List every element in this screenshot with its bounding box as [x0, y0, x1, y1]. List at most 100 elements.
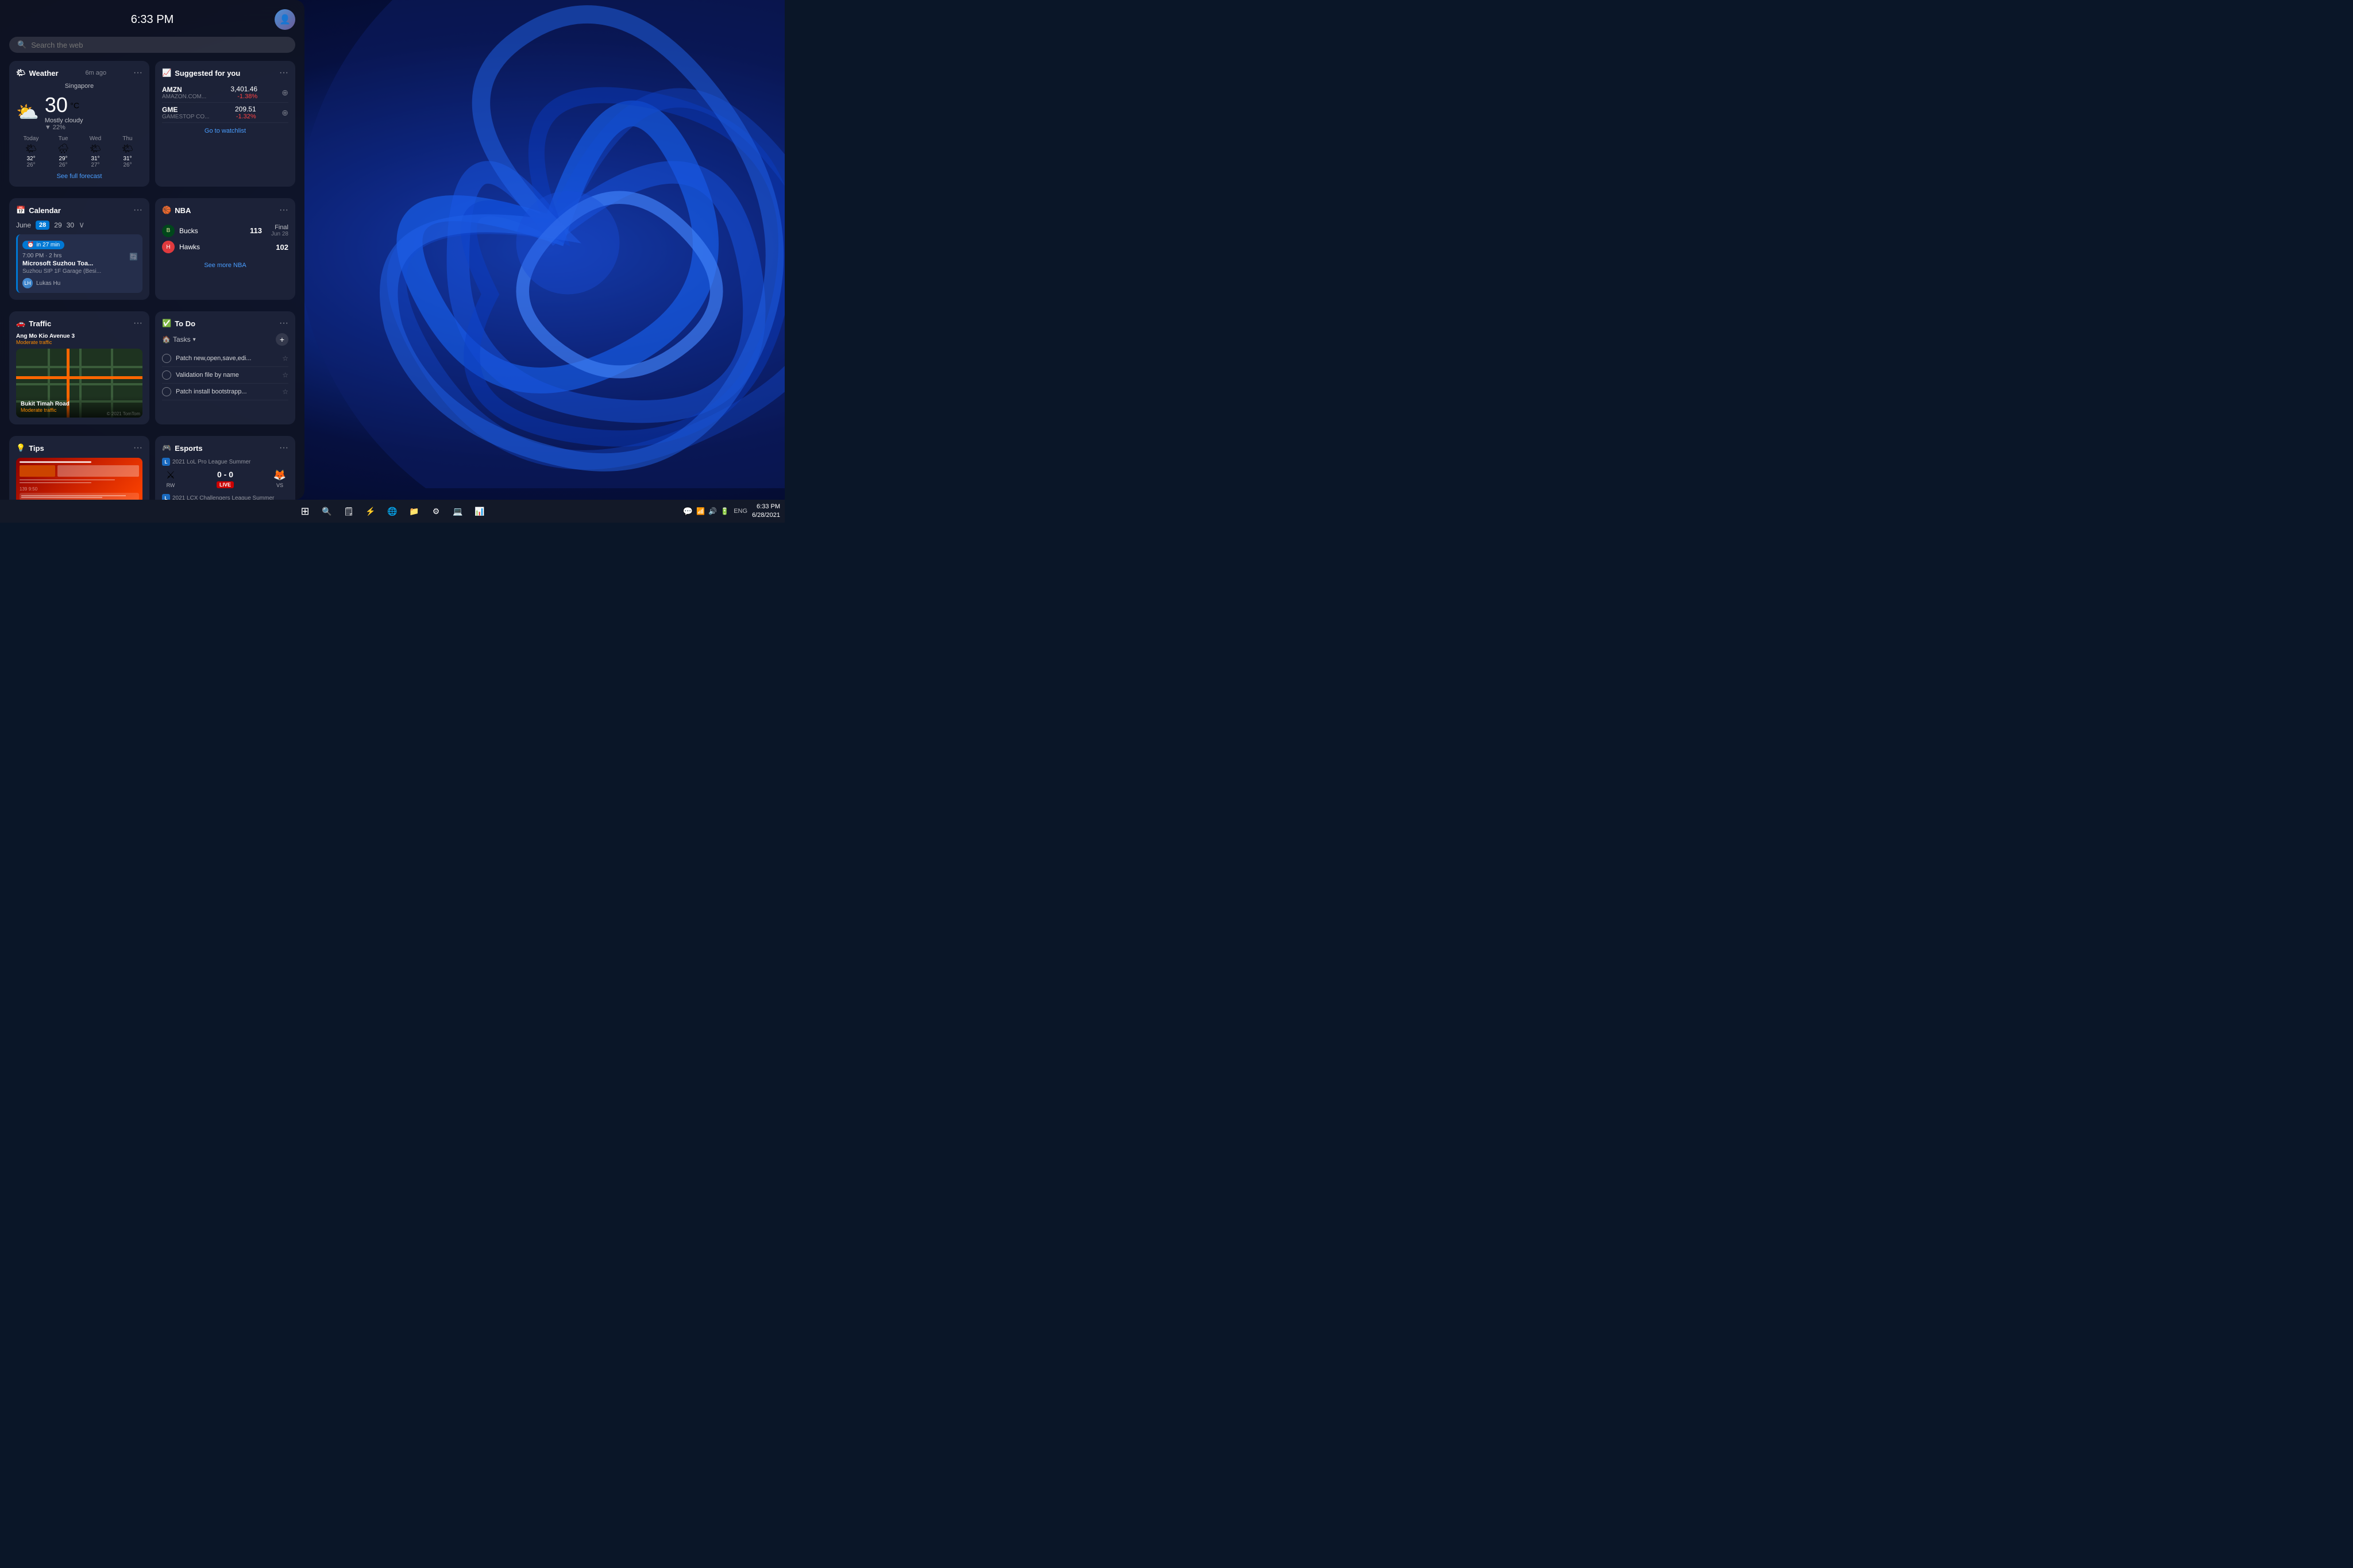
volume-icon[interactable]: 🔊 [708, 507, 717, 515]
tips-thumbnail[interactable]: 139 9:50 [16, 458, 142, 500]
weather-header: 🌤 Weather 6m ago ··· [16, 68, 142, 78]
todo-check-1[interactable] [162, 354, 171, 363]
esports-more-btn[interactable]: ··· [279, 443, 288, 453]
esports-widget: 🎮 Esports ··· L 2021 LoL Pro League Summ… [155, 436, 295, 500]
todo-item-1: Patch new,open,save,edi... ☆ [162, 350, 288, 367]
battery-icon[interactable]: 🔋 [720, 507, 729, 515]
weather-more-btn[interactable]: ··· [133, 68, 142, 78]
traffic-icon: 🚗 [16, 319, 25, 328]
weather-widget: 🌤 Weather 6m ago ··· Singapore ⛅ 30 °C M… [9, 61, 149, 187]
go-watchlist-link[interactable]: Go to watchlist [162, 128, 288, 134]
traffic-status1: Moderate traffic [16, 339, 142, 345]
panel-header: 6:33 PM 👤 [9, 9, 295, 30]
settings-taskbar-btn[interactable]: ⚙ [427, 502, 445, 520]
bucks-logo: B [162, 225, 175, 237]
clock-icon: ⏰ [27, 242, 34, 248]
systray: 💬 📶 🔊 🔋 [683, 507, 729, 516]
tips-more-btn[interactable]: ··· [133, 443, 142, 453]
hawks-logo: H [162, 241, 175, 253]
stock-amzn-add-btn[interactable]: ⊕ [281, 88, 288, 98]
task-view-btn[interactable]: 🗒 [340, 502, 358, 520]
esports-league-2-name: L 2021 LCX Challengers League Summer [162, 494, 288, 500]
attendee-name: Lukas Hu [36, 280, 60, 287]
wechat-icon[interactable]: 💬 [683, 507, 693, 516]
weather-unit: °C [70, 101, 79, 110]
start-button[interactable]: ⊞ [296, 502, 314, 520]
second-widgets-row: 📅 Calendar ··· June 28 29 30 ∨ ⏰ in 27 m… [9, 198, 295, 306]
event-time: 7:00 PM · 2 hrs [22, 253, 101, 259]
edge-btn[interactable]: 🌐 [383, 502, 402, 520]
widgets-btn[interactable]: ⚡ [361, 502, 380, 520]
widgets-panel: 6:33 PM 👤 🔍 🌤 Weather 6m ago ··· Singapo… [0, 0, 304, 500]
todo-item-2: Validation file by name ☆ [162, 367, 288, 384]
todo-star-1[interactable]: ☆ [282, 354, 288, 362]
todo-text-2: Validation file by name [176, 372, 277, 379]
forecast-today: Today 🌤 32° 26° [16, 136, 46, 168]
traffic-map[interactable]: Bukit Timah Road Moderate traffic © 2021… [16, 349, 142, 418]
todo-tasks-label: 🏠 Tasks ▾ [162, 335, 196, 343]
todo-star-3[interactable]: ☆ [282, 388, 288, 396]
esports-league-1-name: L 2021 LoL Pro League Summer [162, 458, 288, 466]
todo-item-3: Patch install bootstrapp... ☆ [162, 384, 288, 400]
wallpaper-swirl [296, 0, 785, 488]
forecast-tue: Tue 🌧 29° 26° [48, 136, 78, 168]
see-full-forecast-link[interactable]: See full forecast [16, 173, 142, 180]
todo-header: ✅ To Do ··· [162, 318, 288, 329]
stock-gme-add-btn[interactable]: ⊕ [281, 108, 288, 118]
event-title: Microsoft Suzhou Toa... [22, 260, 101, 267]
attendee-avatar: LH [22, 278, 33, 288]
nba-team-bucks: B Bucks 113 Final Jun 28 [162, 222, 288, 239]
todo-tasks-header: 🏠 Tasks ▾ + [162, 333, 288, 346]
weather-title: 🌤 Weather [16, 68, 59, 78]
third-widgets-row: 🚗 Traffic ··· Ang Mo Kio Avenue 3 Modera… [9, 311, 295, 430]
traffic-header: 🚗 Traffic ··· [16, 318, 142, 329]
tasks-icon: 🏠 [162, 335, 171, 343]
weather-main: ⛅ 30 °C Mostly cloudy ▼ 22% [16, 93, 142, 131]
todo-check-3[interactable] [162, 387, 171, 396]
search-bar[interactable]: 🔍 [9, 37, 295, 53]
tips-title: 💡 Tips [16, 443, 44, 453]
see-more-nba-link[interactable]: See more NBA [162, 262, 288, 269]
esports-team-vs: 🦊 VS [271, 469, 288, 488]
esports-title: 🎮 Esports [162, 443, 203, 453]
stocks-title: 📈 Suggested for you [162, 68, 240, 78]
todo-star-2[interactable]: ☆ [282, 371, 288, 379]
forecast-thu: Thu 🌤 31° 26° [113, 136, 142, 168]
terminal-btn[interactable]: 📊 [470, 502, 489, 520]
traffic-title: 🚗 Traffic [16, 319, 51, 328]
todo-more-btn[interactable]: ··· [279, 318, 288, 329]
explorer-btn[interactable]: 📁 [405, 502, 423, 520]
esports-header: 🎮 Esports ··· [162, 443, 288, 453]
calendar-next-btn[interactable]: ∨ [79, 220, 84, 230]
traffic-road1: Ang Mo Kio Avenue 3 [16, 333, 142, 339]
calendar-more-btn[interactable]: ··· [133, 205, 142, 215]
calendar-event: ⏰ in 27 min 7:00 PM · 2 hrs Microsoft Su… [16, 234, 142, 293]
calendar-widget: 📅 Calendar ··· June 28 29 30 ∨ ⏰ in 27 m… [9, 198, 149, 300]
top-widgets-row: 🌤 Weather 6m ago ··· Singapore ⛅ 30 °C M… [9, 61, 295, 192]
nba-more-btn[interactable]: ··· [279, 205, 288, 215]
calendar-title: 📅 Calendar [16, 206, 61, 215]
esports-team-rw: ⚔ RW [162, 469, 179, 488]
vscode-btn[interactable]: 💻 [449, 502, 467, 520]
network-icon[interactable]: 📶 [696, 507, 705, 515]
nba-team-hawks: H Hawks 102 [162, 239, 288, 255]
todo-add-btn[interactable]: + [276, 333, 288, 346]
stocks-icon: 📈 [162, 68, 171, 78]
search-input[interactable] [31, 41, 287, 49]
event-attendee: LH Lukas Hu [22, 278, 138, 288]
event-sync-btn[interactable]: 🔄 [129, 253, 138, 261]
user-avatar[interactable]: 👤 [275, 9, 295, 30]
traffic-road2: Bukit Timah Road [21, 401, 138, 407]
esports-league-1: L 2021 LoL Pro League Summer ⚔ RW 0 - 0 … [162, 458, 288, 488]
todo-text-1: Patch new,open,save,edi... [176, 355, 277, 362]
event-soon-badge: ⏰ in 27 min [22, 241, 64, 249]
stocks-widget: 📈 Suggested for you ··· AMZN AMAZON.COM.… [155, 61, 295, 187]
tips-header: 💡 Tips ··· [16, 443, 142, 453]
todo-title: ✅ To Do [162, 319, 195, 328]
todo-check-2[interactable] [162, 370, 171, 380]
taskbar: ⊞ 🔍 🗒 ⚡ 🌐 📁 ⚙ 💻 📊 💬 📶 🔊 🔋 ENG 6:33 PM 6/… [0, 500, 785, 523]
search-taskbar-btn[interactable]: 🔍 [318, 502, 336, 520]
traffic-more-btn[interactable]: ··· [133, 318, 142, 329]
stocks-more-btn[interactable]: ··· [279, 68, 288, 78]
stocks-header: 📈 Suggested for you ··· [162, 68, 288, 78]
